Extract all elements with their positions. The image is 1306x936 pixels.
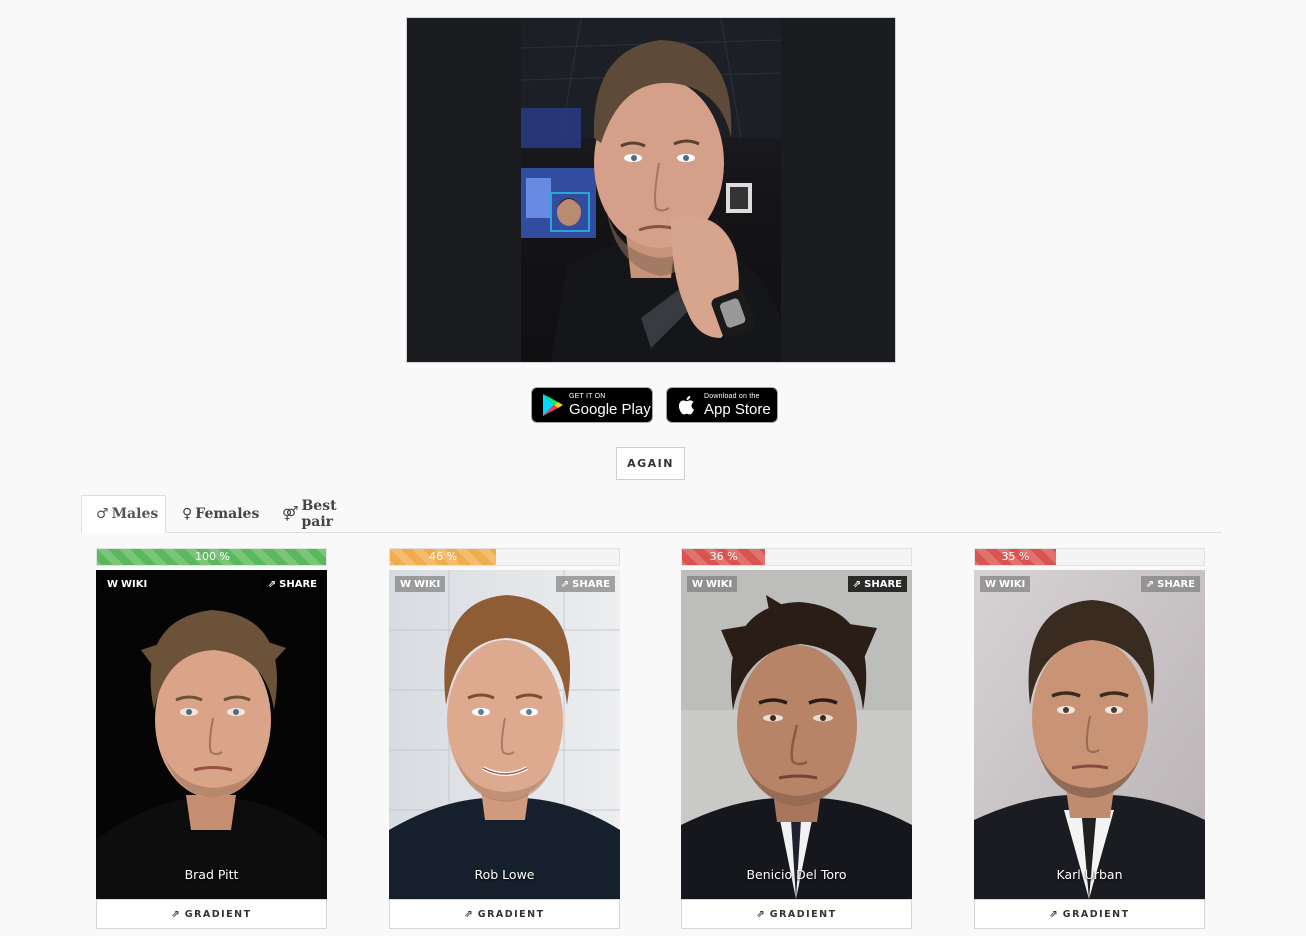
share-label: SHARE	[1157, 578, 1195, 590]
pair-icon: ⚤	[282, 506, 299, 522]
match-bar: 46 %	[389, 548, 620, 566]
app-store-big-text: App Store	[704, 401, 771, 418]
portrait-illustration	[681, 570, 912, 899]
uploaded-photo-image	[521, 18, 781, 362]
portrait-illustration	[974, 570, 1205, 899]
uploaded-photo	[406, 17, 896, 363]
wikipedia-icon: W	[107, 578, 119, 590]
result-card: 46 % W WIKI ⇗ SHARE Rob Lowe ⇗ GRADIENT	[389, 548, 620, 930]
match-percent: 100 %	[195, 550, 230, 563]
photo-illustration	[521, 18, 781, 362]
tab-males-label: Males	[111, 506, 159, 522]
wiki-button[interactable]: W WIKI	[687, 576, 738, 592]
share-icon: ⇗	[1145, 578, 1155, 590]
share-icon: ⇗	[464, 908, 473, 920]
match-bar: 36 %	[681, 548, 912, 566]
app-store-small-text: Download on the	[704, 393, 760, 400]
detected-face-box	[550, 192, 590, 232]
celebrity-photo[interactable]: W WIKI ⇗ SHARE Brad Pitt	[96, 570, 327, 899]
gradient-label: GRADIENT	[1062, 908, 1130, 920]
portrait-illustration	[96, 570, 327, 899]
share-button[interactable]: ⇗ SHARE	[555, 576, 615, 592]
gradient-button[interactable]: ⇗ GRADIENT	[974, 899, 1205, 929]
tab-females[interactable]: ♀ Females	[168, 495, 266, 533]
tab-best-pair-label: Best pair	[301, 498, 337, 530]
wiki-button[interactable]: W WIKI	[980, 576, 1031, 592]
gradient-button[interactable]: ⇗ GRADIENT	[681, 899, 912, 929]
gradient-label: GRADIENT	[477, 908, 545, 920]
wikipedia-icon: W	[985, 578, 997, 590]
share-icon: ⇗	[560, 578, 570, 590]
share-label: SHARE	[279, 578, 317, 590]
match-bar: 100 %	[96, 548, 327, 566]
wiki-label: WIKI	[121, 578, 148, 590]
google-play-big-text: Google Play	[569, 401, 651, 418]
page: GET IT ON Google Play Download on the Ap…	[0, 0, 1306, 936]
female-icon: ♀	[182, 506, 193, 522]
celebrity-name: Rob Lowe	[474, 867, 535, 882]
google-play-badge[interactable]: GET IT ON Google Play	[531, 387, 653, 423]
share-icon: ⇗	[852, 578, 862, 590]
gradient-label: GRADIENT	[184, 908, 252, 920]
share-icon: ⇗	[267, 578, 277, 590]
tab-males[interactable]: ♂ Males	[81, 495, 166, 533]
match-percent: 46 %	[429, 550, 458, 563]
app-store-badge[interactable]: Download on the App Store	[666, 387, 778, 423]
wiki-label: WIKI	[414, 578, 441, 590]
portrait-illustration	[389, 570, 620, 899]
result-card: 36 % W WIKI ⇗ SHARE Benicio Del Toro ⇗ G…	[681, 548, 912, 930]
share-button[interactable]: ⇗ SHARE	[262, 576, 322, 592]
wikipedia-icon: W	[400, 578, 412, 590]
tab-females-label: Females	[195, 506, 260, 522]
gradient-label: GRADIENT	[769, 908, 837, 920]
wikipedia-icon: W	[692, 578, 704, 590]
wiki-label: WIKI	[706, 578, 733, 590]
celebrity-name: Benicio Del Toro	[746, 867, 847, 882]
celebrity-name: Karl Urban	[1056, 867, 1123, 882]
share-icon: ⇗	[1049, 908, 1058, 920]
share-icon: ⇗	[171, 908, 180, 920]
result-card: 35 % W WIKI ⇗ SHARE Karl Urban ⇗ GRADIEN…	[974, 548, 1205, 930]
share-icon: ⇗	[756, 908, 765, 920]
apple-icon	[678, 395, 694, 415]
wiki-button[interactable]: W WIKI	[102, 576, 153, 592]
google-play-icon	[543, 394, 563, 416]
celebrity-photo[interactable]: W WIKI ⇗ SHARE Rob Lowe	[389, 570, 620, 899]
male-icon: ♂	[96, 506, 109, 522]
again-button[interactable]: AGAIN	[616, 447, 685, 480]
match-bar: 35 %	[974, 548, 1205, 566]
match-percent: 36 %	[709, 550, 738, 563]
share-label: SHARE	[572, 578, 610, 590]
share-button[interactable]: ⇗ SHARE	[847, 576, 907, 592]
match-percent: 35 %	[1001, 550, 1030, 563]
celebrity-photo[interactable]: W WIKI ⇗ SHARE Benicio Del Toro	[681, 570, 912, 899]
share-button[interactable]: ⇗ SHARE	[1140, 576, 1200, 592]
gradient-button[interactable]: ⇗ GRADIENT	[389, 899, 620, 929]
share-label: SHARE	[864, 578, 902, 590]
gradient-button[interactable]: ⇗ GRADIENT	[96, 899, 327, 929]
celebrity-photo[interactable]: W WIKI ⇗ SHARE Karl Urban	[974, 570, 1205, 899]
wiki-button[interactable]: W WIKI	[395, 576, 446, 592]
result-card: 100 % W WIKI ⇗ SHARE Brad Pitt ⇗ GRADIEN…	[96, 548, 327, 930]
google-play-small-text: GET IT ON	[569, 393, 606, 400]
celebrity-name: Brad Pitt	[184, 867, 239, 882]
tab-best-pair[interactable]: ⚤ Best pair	[268, 495, 376, 533]
wiki-label: WIKI	[999, 578, 1026, 590]
